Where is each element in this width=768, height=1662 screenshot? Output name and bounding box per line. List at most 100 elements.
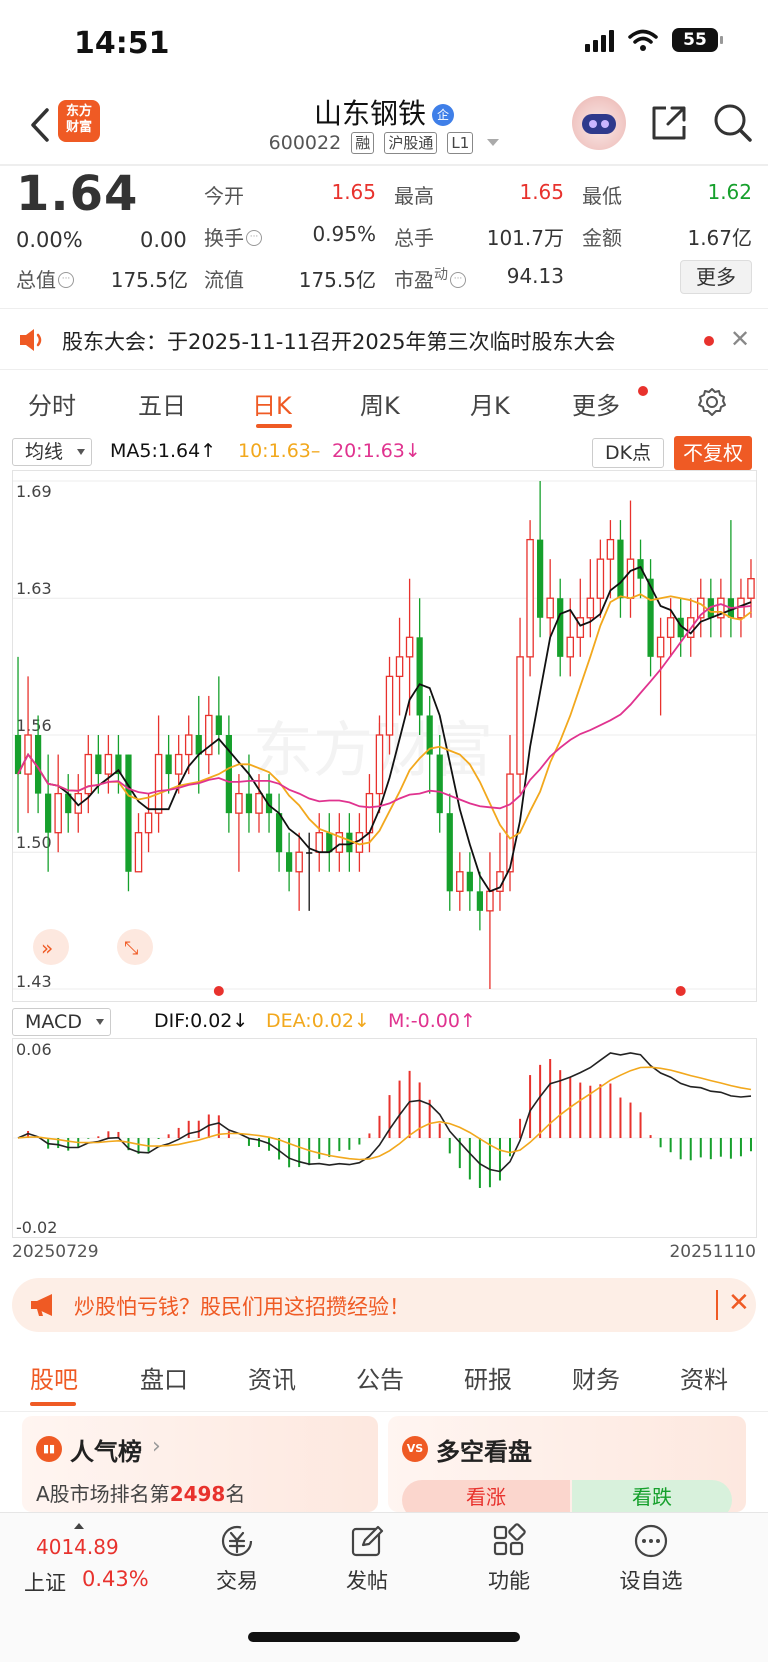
quote-value-low: 1.62	[707, 180, 752, 204]
bull-bear-card[interactable]: VS 多空看盘 看涨 看跌	[388, 1416, 746, 1512]
home-indicator	[248, 1632, 520, 1642]
ma-select[interactable]: 均线	[12, 438, 93, 466]
dea-value: DEA:0.02↓	[266, 1010, 370, 1032]
nav-add-watchlist-label: 设自选	[619, 1569, 683, 1593]
tab-weekly-k[interactable]: 周K	[360, 386, 400, 421]
kline-chart[interactable]: 1.69 1.63 1.56 1.50 1.43 东方财富 » ⤡	[12, 470, 757, 1002]
candle-body	[385, 675, 394, 736]
candle-body	[626, 558, 635, 599]
turnover-label-text: 换手	[204, 226, 244, 250]
y-tick-label: 1.69	[16, 482, 52, 501]
dif-text: DIF:0.02	[154, 1010, 233, 1032]
candle-body	[416, 637, 423, 716]
candle-body	[666, 617, 675, 638]
quote-label-amount: 金额	[582, 226, 622, 250]
ma-indicator-bar: 均线 MA5:1.64↑ 10:1.63– 20:1.63↓ DK点 不复权	[0, 436, 768, 470]
ad-banner[interactable]: 炒股怕亏钱？股民们用这招攒经验！ ✕	[12, 1278, 756, 1332]
macd-chart[interactable]: 0.06 -0.02	[12, 1038, 757, 1238]
candle-body	[174, 753, 183, 775]
candle-body	[546, 597, 554, 619]
no-adjust-button[interactable]: 不复权	[674, 436, 752, 470]
signal-icon	[585, 28, 614, 52]
ranking-icon: ▮▮	[36, 1436, 62, 1462]
speaker-icon	[20, 329, 42, 351]
nav-post-label: 发帖	[346, 1569, 388, 1593]
tab-five-day[interactable]: 五日	[138, 386, 186, 421]
index-name: 上证	[24, 1571, 66, 1595]
card-title: 人气榜	[70, 1438, 142, 1466]
y-tick-label: 1.63	[16, 579, 52, 598]
quote-panel: 1.64 0.00% 0.00 今开 1.65 最高 1.65 最低 1.62 …	[0, 166, 768, 306]
candle-body	[557, 598, 564, 657]
quote-label-turnover[interactable]: 换手 ···	[204, 222, 262, 251]
candle-body	[95, 754, 102, 775]
nav-add-watchlist[interactable]: 设自选	[606, 1521, 696, 1595]
gear-icon[interactable]	[696, 386, 728, 418]
tab-order-book[interactable]: 盘口	[140, 1360, 188, 1395]
caret-up-icon	[74, 1523, 84, 1529]
nav-post[interactable]: 发帖	[322, 1521, 412, 1595]
arrow-up-icon: ↑	[459, 1010, 476, 1032]
macd-select[interactable]: MACD	[12, 1008, 111, 1036]
close-icon[interactable]: ✕	[728, 1288, 750, 1318]
fast-forward-glyph: »	[41, 936, 53, 960]
candle-body	[255, 792, 263, 814]
tab-news[interactable]: 资讯	[248, 1360, 296, 1395]
close-icon[interactable]: ✕	[730, 325, 750, 353]
chevron-down-icon	[77, 449, 86, 455]
share-icon[interactable]	[648, 102, 690, 144]
ai-assistant-avatar[interactable]	[572, 96, 626, 150]
candle-body	[286, 852, 293, 872]
candle-body	[215, 715, 222, 735]
quote-label-high: 最高	[394, 184, 434, 208]
date-axis: 20250729 20251110	[0, 1240, 768, 1264]
quote-label-pe[interactable]: 市盈动 ···	[394, 264, 466, 293]
notice-bar[interactable]: 股东大会：于2025-11-11召开2025年第三次临时股东大会 ✕	[0, 308, 768, 370]
tab-monthly-k[interactable]: 月K	[470, 386, 510, 421]
stock-code: 600022	[268, 132, 342, 154]
content-tabs: 股吧 盘口 资讯 公告 研报 财务 资料	[0, 1348, 768, 1412]
vote-bullish-button[interactable]: 看涨	[402, 1480, 570, 1512]
nav-trade[interactable]: 交易	[192, 1521, 282, 1595]
tab-daily-k[interactable]: 日K	[252, 386, 292, 421]
candle-body	[275, 813, 283, 853]
tab-intraday[interactable]: 分时	[28, 386, 76, 421]
popularity-card[interactable]: ▮▮ 人气榜 › A股市场排名第2498名	[22, 1416, 378, 1512]
info-icon: ···	[58, 272, 74, 288]
candle-body	[245, 793, 253, 814]
candle-body	[184, 734, 193, 756]
tag-level: L1	[447, 132, 474, 154]
macd-select-label: MACD	[25, 1011, 82, 1033]
tab-research[interactable]: 研报	[464, 1360, 512, 1395]
candle-body	[165, 754, 172, 775]
quote-label-total-cap[interactable]: 总值 ···	[16, 264, 74, 293]
candle-body	[656, 636, 665, 658]
candle-body	[486, 890, 494, 912]
change-amount: 0.00	[140, 228, 187, 252]
candle-body	[516, 656, 524, 775]
more-button[interactable]: 更多	[680, 260, 752, 294]
candle-body	[606, 538, 615, 560]
quote-value-pe: 94.13	[506, 264, 564, 288]
notice-text: 股东大会：于2025-11-11召开2025年第三次临时股东大会	[62, 330, 616, 354]
macd-indicator-bar: MACD DIF:0.02↓ DEA:0.02↓ M:-0.00↑	[0, 1004, 768, 1040]
tab-more[interactable]: 更多	[572, 386, 620, 421]
tab-announcements[interactable]: 公告	[356, 1360, 404, 1395]
search-icon[interactable]	[712, 102, 754, 144]
tab-profile[interactable]: 资料	[680, 1360, 728, 1395]
event-marker-dot	[675, 986, 686, 996]
tab-financials[interactable]: 财务	[572, 1360, 620, 1395]
vote-bearish-button[interactable]: 看跌	[572, 1480, 732, 1512]
candle-body	[326, 832, 333, 853]
dk-point-button[interactable]: DK点	[592, 438, 664, 468]
ma10-value: 10:1.63–	[238, 440, 320, 462]
quote-label-volume: 总手	[394, 226, 434, 250]
dea-text: DEA:0.02	[266, 1010, 355, 1032]
nav-functions[interactable]: 功能	[464, 1521, 554, 1595]
tab-guba[interactable]: 股吧	[30, 1360, 78, 1395]
vs-icon: VS	[402, 1436, 428, 1462]
megaphone-icon	[31, 1294, 52, 1316]
candle-body	[476, 891, 483, 911]
arrow-down-icon: ↓	[404, 440, 421, 462]
candle-body	[144, 812, 153, 834]
